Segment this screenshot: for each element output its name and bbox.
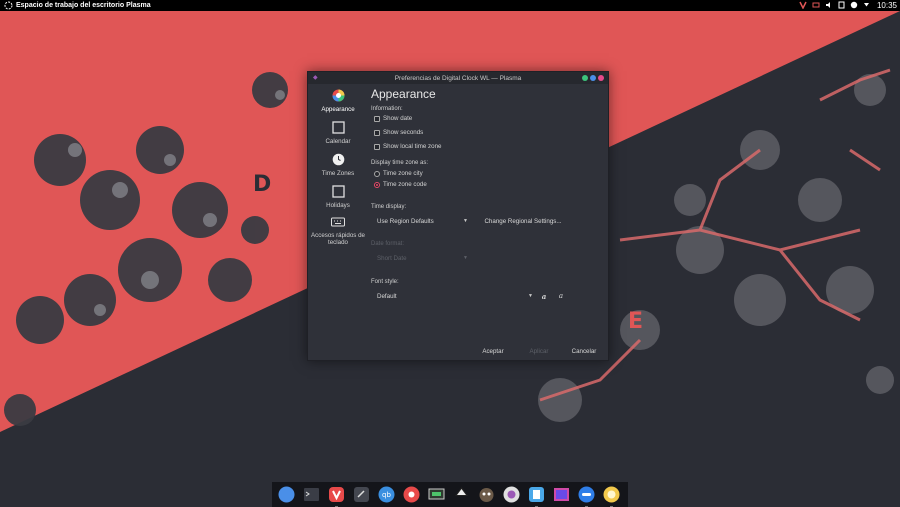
- inkscape-icon[interactable]: [452, 485, 471, 504]
- active-window-title: Espacio de trabajo del escritorio Plasma: [16, 2, 151, 9]
- minimize-button[interactable]: [582, 75, 588, 81]
- image-viewer-icon[interactable]: [552, 485, 571, 504]
- maximize-button[interactable]: [590, 75, 596, 81]
- color-wheel-icon: [332, 89, 345, 104]
- chevron-down-icon: ▼: [463, 218, 468, 224]
- combo-value: Short Date: [377, 254, 407, 262]
- sidebar-item-calendar[interactable]: Calendar: [310, 121, 366, 145]
- checkbox-box[interactable]: [374, 115, 380, 122]
- checkbox-box[interactable]: [374, 143, 380, 150]
- apply-button[interactable]: Aplicar: [517, 345, 561, 357]
- tray-expand-icon[interactable]: [863, 1, 870, 10]
- kdevelop-icon[interactable]: [352, 485, 371, 504]
- user-status-icon[interactable]: [850, 1, 858, 11]
- time-zone-display-label: Display time zone as:: [371, 160, 429, 166]
- dialog-titlebar[interactable]: ◆ Preferencias de Digital Clock WL — Pla…: [308, 72, 608, 84]
- window-menu-icon[interactable]: ◆: [313, 74, 318, 81]
- change-regional-settings-button[interactable]: Change Regional Settings...: [475, 215, 571, 227]
- network-icon[interactable]: [812, 1, 820, 11]
- sun-icon[interactable]: [602, 485, 621, 507]
- sidebar-item-appearance[interactable]: Appearance: [310, 89, 366, 113]
- italic-button[interactable]: a: [555, 290, 567, 302]
- wallpaper-letter-e: E: [628, 309, 644, 334]
- radio-dot[interactable]: [374, 181, 380, 188]
- checkbox-label: Show date: [383, 115, 413, 122]
- information-label: Information:: [371, 106, 403, 112]
- sidebar-item-keyboard-shortcuts[interactable]: Accesos rápidos de teclado: [310, 217, 366, 246]
- chevron-down-icon: ▼: [528, 293, 533, 299]
- checkbox-box[interactable]: [374, 129, 380, 136]
- konsole-icon[interactable]: [302, 485, 321, 504]
- close-button[interactable]: [598, 75, 604, 81]
- show-local-time-zone-checkbox[interactable]: Show local time zone: [374, 143, 441, 150]
- vivaldi-icon[interactable]: [327, 485, 346, 507]
- system-tray: 10:35: [799, 0, 897, 11]
- sidebar-label: Appearance: [321, 106, 355, 113]
- show-seconds-checkbox[interactable]: Show seconds: [374, 129, 423, 136]
- kdeconnect-icon[interactable]: [527, 485, 546, 507]
- bold-button[interactable]: a: [538, 290, 550, 302]
- combo-value: Use Region Defaults: [377, 217, 434, 225]
- checkbox-label: Show seconds: [383, 129, 424, 136]
- time-zone-city-radio[interactable]: Time zone city: [374, 170, 423, 177]
- ok-button[interactable]: Aceptar: [471, 345, 515, 357]
- sidebar-item-holidays[interactable]: Holidays: [310, 185, 366, 209]
- calendar-icon: [331, 121, 345, 136]
- beach-ball-icon[interactable]: [402, 485, 421, 504]
- volume-icon[interactable]: [825, 1, 833, 11]
- font-style-label: Font style:: [371, 279, 399, 285]
- clock-icon: [332, 153, 345, 168]
- monitor-icon[interactable]: [427, 485, 446, 504]
- vivaldi-tray-icon[interactable]: [799, 1, 807, 11]
- date-format-label: Date format:: [371, 241, 405, 247]
- top-panel: Espacio de trabajo del escritorio Plasma…: [0, 0, 900, 11]
- cancel-button[interactable]: Cancelar: [562, 345, 606, 357]
- combo-value: Default: [377, 292, 397, 300]
- sidebar-label: Calendar: [325, 138, 351, 145]
- time-zone-code-radio[interactable]: Time zone code: [374, 181, 427, 188]
- dialog-title: Preferencias de Digital Clock WL — Plasm…: [394, 74, 522, 82]
- clock-label[interactable]: 10:35: [877, 1, 897, 10]
- clipboard-icon[interactable]: [838, 1, 845, 11]
- font-style-combo[interactable]: Default ▼: [371, 290, 536, 302]
- keyboard-icon: [331, 217, 345, 230]
- radio-label: Time zone code: [383, 181, 427, 188]
- date-format-combo: Short Date ▼: [371, 252, 471, 264]
- radio-dot[interactable]: [374, 170, 380, 177]
- qbittorrent-icon[interactable]: qb: [377, 485, 396, 504]
- gimp-icon[interactable]: [477, 485, 496, 504]
- dock: qb: [272, 482, 628, 507]
- radio-label: Time zone city: [383, 170, 423, 177]
- preferences-dialog: ◆ Preferencias de Digital Clock WL — Pla…: [307, 71, 609, 361]
- qb-label: qb: [382, 491, 391, 499]
- time-display-label: Time display:: [371, 204, 407, 210]
- color-picker-icon[interactable]: [502, 485, 521, 504]
- sidebar-label: Accesos rápidos de teclado: [311, 232, 365, 246]
- checkbox-label: Show local time zone: [383, 143, 442, 150]
- wallpaper-letter-d: D: [253, 172, 272, 197]
- holidays-icon: [331, 185, 345, 200]
- time-display-combo[interactable]: Use Region Defaults ▼: [371, 215, 471, 227]
- dolphin-icon[interactable]: [277, 485, 296, 504]
- show-date-checkbox[interactable]: Show date: [374, 115, 412, 122]
- sidebar-label: Time Zones: [321, 170, 355, 177]
- toggle-icon[interactable]: [577, 485, 596, 507]
- chevron-down-icon: ▼: [463, 255, 468, 261]
- app-launcher-icon[interactable]: [3, 1, 13, 11]
- sidebar-item-time-zones[interactable]: Time Zones: [310, 153, 366, 177]
- page-title: Appearance: [371, 87, 436, 101]
- sidebar-label: Holidays: [326, 202, 350, 209]
